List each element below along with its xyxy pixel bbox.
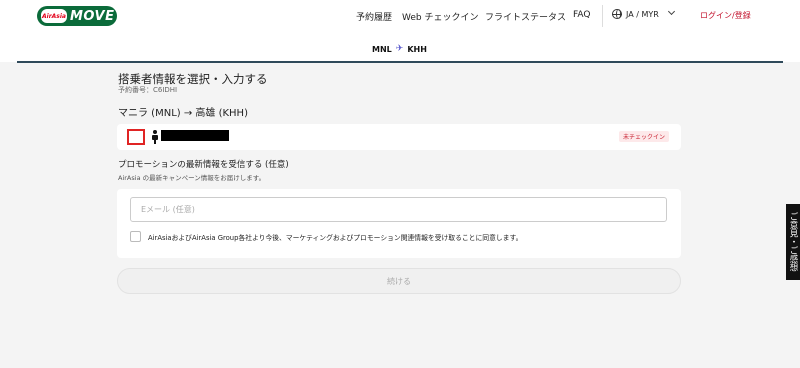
login-register-link[interactable]: ログイン/登録 — [700, 10, 751, 21]
nav-my-bookings[interactable]: 予約履歴 — [356, 10, 392, 23]
checkin-status-badge: 未チェックイン — [618, 131, 669, 142]
promo-card: AirAsiaおよびAirAsia Group各社より今後、マーケティングおよび… — [117, 189, 681, 258]
marketing-consent-checkbox[interactable] — [130, 231, 141, 242]
nav-faq[interactable]: FAQ — [573, 10, 590, 20]
passenger-name-redacted — [161, 130, 229, 141]
route-origin: MNL — [372, 44, 392, 54]
globe-icon[interactable] — [612, 9, 622, 19]
language-currency-selector[interactable]: JA / MYR — [626, 10, 659, 19]
marketing-consent-label: AirAsiaおよびAirAsia Group各社より今後、マーケティングおよび… — [148, 234, 523, 242]
flight-route-title: マニラ (MNL) → 高雄 (KHH) — [118, 108, 248, 119]
nav-flight-status[interactable]: フライトステータス — [485, 10, 566, 23]
booking-reference: 予約番号：C6IDHI — [118, 86, 178, 94]
passenger-select-checkbox[interactable] — [127, 129, 145, 145]
nav-divider — [602, 5, 603, 27]
continue-button[interactable]: 続ける — [117, 268, 681, 294]
route-tab[interactable]: MNL ✈ KHH — [372, 44, 427, 54]
feedback-tab[interactable]: ご意見・ご感想 — [786, 204, 800, 280]
move-wordmark: MOVE — [70, 8, 115, 24]
promo-section-title: プロモーションの最新情報を受信する (任意) — [118, 160, 289, 170]
email-field[interactable] — [130, 197, 667, 222]
promo-section-subtitle: AirAsia の最新キャンペーン情報をお届けします。 — [118, 174, 266, 182]
passenger-card[interactable]: 未チェックイン — [117, 124, 681, 150]
adult-passenger-icon — [151, 130, 159, 144]
airasia-wordmark: AirAsia — [41, 9, 67, 23]
airasia-move-logo[interactable]: AirAsia MOVE — [37, 6, 117, 26]
header: AirAsia MOVE 予約履歴 Web チェックイン フライトステータス F… — [0, 0, 800, 63]
route-destination: KHH — [407, 44, 427, 54]
chevron-down-icon[interactable] — [667, 7, 676, 16]
route-tab-indicator — [17, 61, 783, 63]
plane-icon: ✈ — [395, 44, 404, 54]
nav-web-checkin[interactable]: Web チェックイン — [402, 10, 478, 23]
